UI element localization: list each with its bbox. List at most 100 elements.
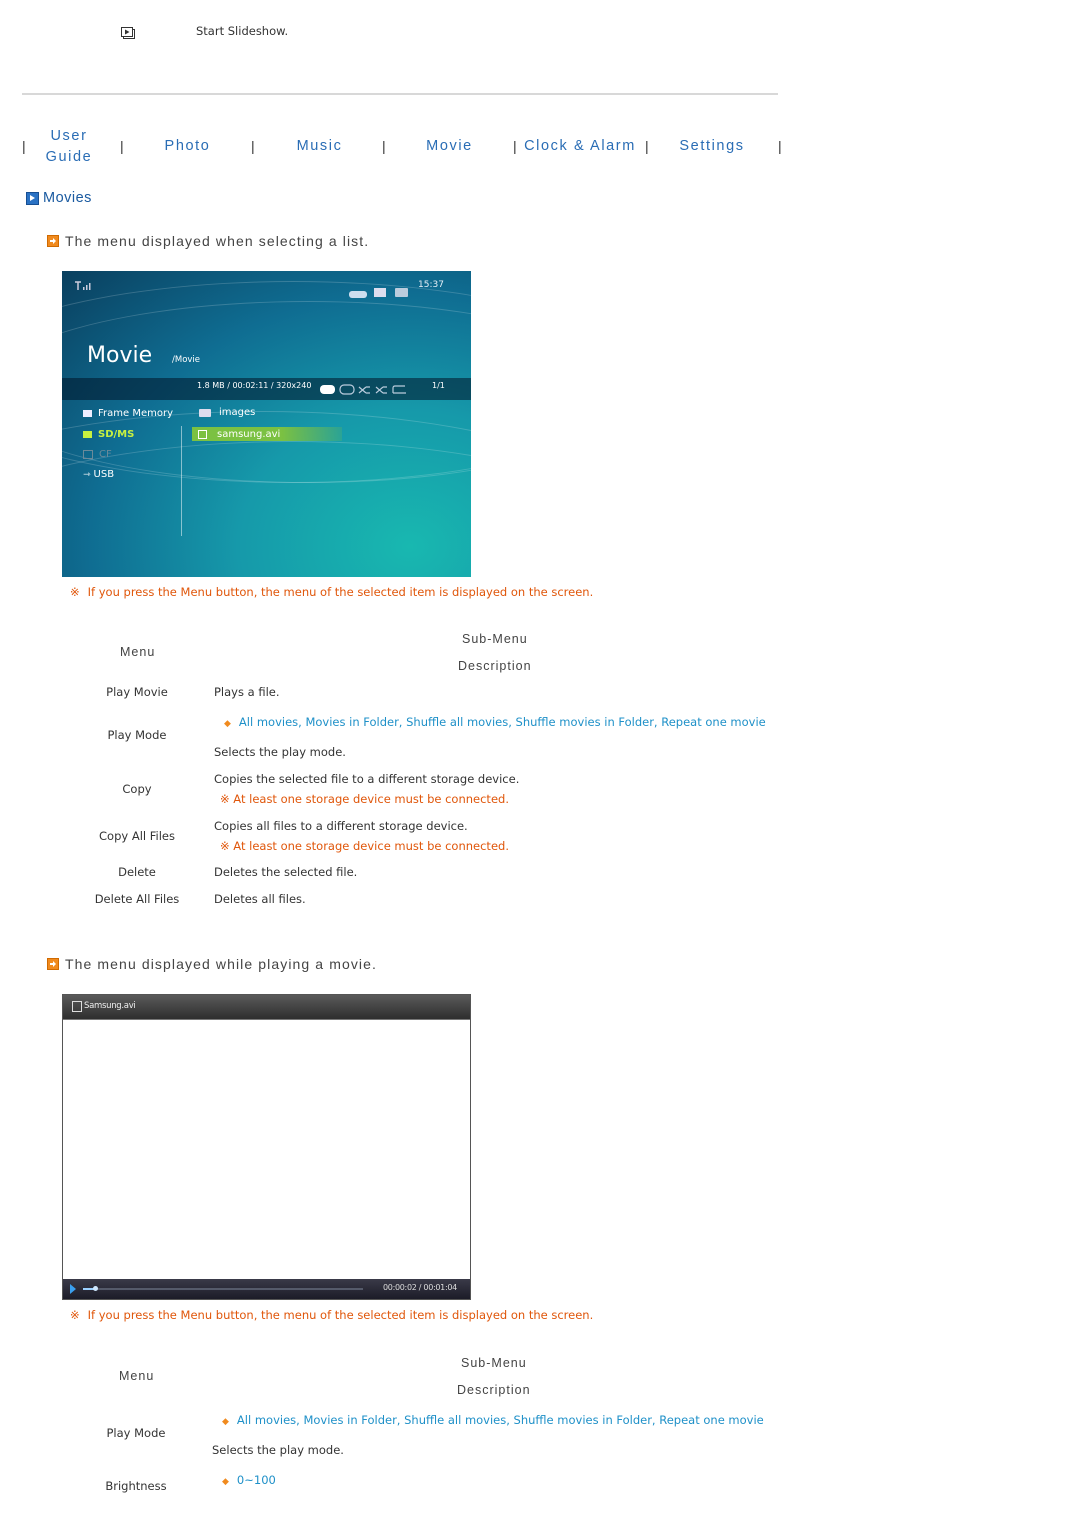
file-label: images: [219, 407, 256, 418]
usb-icon: ⇾: [83, 469, 91, 480]
table2-row-submenu: ◆ 0~100: [222, 1473, 276, 1487]
table1-header-description: Description: [458, 659, 532, 673]
divider: [22, 93, 778, 95]
slideshow-icon: [121, 24, 135, 39]
note-mark: ※: [70, 1308, 80, 1322]
table1-row-submenu: ◆ All movies, Movies in Folder, Shuffle a…: [224, 715, 766, 729]
progress-knob[interactable]: [93, 1286, 98, 1291]
nav-separator: |: [22, 138, 26, 154]
source-frame-memory[interactable]: Frame Memory: [83, 408, 173, 419]
orange-arrow-icon: [47, 235, 59, 247]
table2-header-submenu: Sub-Menu: [461, 1356, 527, 1370]
table1-header-submenu: Sub-Menu: [462, 632, 528, 646]
nav-user-guide[interactable]: User Guide: [40, 126, 98, 168]
film-icon: [72, 1001, 82, 1012]
screen-path: /Movie: [172, 355, 201, 365]
repeat-all-icon: [320, 385, 335, 394]
cf-card-icon: [83, 450, 93, 459]
nav-separator: |: [645, 138, 649, 154]
source-sd-ms[interactable]: SD/MS: [83, 429, 134, 440]
note-mark: ※: [70, 585, 80, 599]
note-mark: ※: [220, 839, 230, 853]
table1-row-description: Plays a file.: [214, 685, 280, 699]
nav-movie[interactable]: Movie: [412, 138, 487, 154]
submenu-text: All movies, Movies in Folder, Shuffle al…: [238, 715, 766, 729]
table1-row-menu: Play Mode: [107, 728, 167, 742]
movie-list-screenshot: 15:37 Movie /Movie 1.8 MB / 00:02:11 / 3…: [62, 271, 471, 577]
start-slideshow-text: Start Slideshow.: [196, 24, 289, 38]
note-text: If you press the Menu button, the menu o…: [87, 1308, 594, 1322]
folder-icon: [199, 408, 211, 417]
movie-playback-screenshot: Samsung.avi 00:00:02 / 00:01:04: [62, 994, 471, 1300]
nav-settings[interactable]: Settings: [672, 138, 752, 154]
nav-clock-alarm[interactable]: Clock & Alarm: [520, 138, 640, 154]
table1-row-description: Selects the play mode.: [214, 745, 346, 759]
bullet-icon: ◆: [222, 1417, 229, 1427]
table1-row-note: ※ At least one storage device must be co…: [220, 792, 509, 806]
screen-title: Movie: [87, 343, 153, 368]
note-mark: ※: [220, 792, 230, 806]
table1-row-menu: Play Movie: [106, 685, 168, 699]
nav-separator: |: [778, 138, 782, 154]
repeat-folder-icon: [339, 384, 355, 395]
repeat-one-icon: [392, 385, 406, 394]
part2-note: ※ If you press the Menu button, the menu …: [70, 1308, 593, 1322]
table2-row-submenu: ◆ All movies, Movies in Folder, Shuffle a…: [222, 1413, 764, 1427]
file-item-samsung-avi[interactable]: samsung.avi: [192, 427, 342, 441]
table1-row-description: Deletes all files.: [214, 892, 306, 906]
table1-row-menu: Delete All Files: [94, 892, 180, 906]
nav-separator: |: [513, 138, 517, 154]
note-text: If you press the Menu button, the menu o…: [87, 585, 594, 599]
table2-row-description: Selects the play mode.: [212, 1443, 344, 1457]
remote-icon: [349, 283, 367, 302]
source-label: SD/MS: [98, 429, 135, 440]
play-mode-icons: [320, 381, 420, 400]
table1-header-menu: Menu: [120, 645, 156, 659]
orange-arrow-icon: [47, 958, 59, 970]
source-usb[interactable]: ⇾ USB: [83, 469, 114, 480]
table1-row-menu: Copy: [122, 782, 152, 796]
player-control-bar: 00:00:02 / 00:01:04: [63, 1279, 470, 1299]
sd-card-icon: [83, 431, 92, 438]
progress-track[interactable]: [83, 1286, 363, 1291]
section-title-text: Movies: [43, 190, 92, 206]
film-icon: [198, 429, 207, 439]
shuffle-all-icon: [358, 386, 370, 394]
table1-row-menu: Delete: [118, 865, 156, 879]
submenu-text: 0~100: [236, 1473, 276, 1487]
nav-music[interactable]: Music: [282, 138, 357, 154]
nav-separator: |: [382, 138, 386, 154]
table2-header-menu: Menu: [119, 1369, 155, 1383]
file-info: 1.8 MB / 00:02:11 / 320x240: [197, 381, 312, 390]
top-navigation: | User Guide | Photo | Music | Movie | C…: [0, 124, 800, 174]
table1-row-menu: Copy All Files: [99, 829, 175, 843]
player-time: 00:00:02 / 00:01:04: [383, 1283, 457, 1292]
submenu-text: All movies, Movies in Folder, Shuffle al…: [236, 1413, 764, 1427]
nav-photo[interactable]: Photo: [150, 138, 225, 154]
part2-title: The menu displayed while playing a movie…: [47, 956, 377, 972]
play-icon[interactable]: [70, 1284, 76, 1294]
section-title: Movies: [26, 190, 92, 206]
table2-row-menu: Play Mode: [106, 1426, 166, 1440]
player-title-bar: Samsung.avi: [63, 995, 470, 1020]
source-cf[interactable]: CF: [83, 449, 112, 460]
table2-header-description: Description: [457, 1383, 531, 1397]
play-square-icon: [26, 191, 39, 205]
bullet-icon: ◆: [224, 719, 231, 729]
table1-row-description: Copies the selected file to a different …: [214, 772, 520, 786]
source-label: USB: [93, 469, 115, 480]
bullet-icon: ◆: [222, 1477, 229, 1487]
table2-row-menu: Brightness: [105, 1479, 167, 1493]
part1-title-text: The menu displayed when selecting a list…: [65, 233, 370, 249]
nav-separator: |: [251, 138, 255, 154]
player-filename: Samsung.avi: [84, 1001, 136, 1011]
panel-divider: [181, 426, 182, 536]
usb-icon: [395, 282, 408, 301]
card-icon: [374, 282, 386, 301]
file-item-images[interactable]: images: [199, 407, 255, 418]
clock-time: 15:37: [418, 280, 444, 290]
table1-row-description: Copies all files to a different storage …: [214, 819, 468, 833]
nav-separator: |: [120, 138, 124, 154]
part1-title: The menu displayed when selecting a list…: [47, 233, 369, 249]
part1-note: ※ If you press the Menu button, the menu …: [70, 585, 593, 599]
